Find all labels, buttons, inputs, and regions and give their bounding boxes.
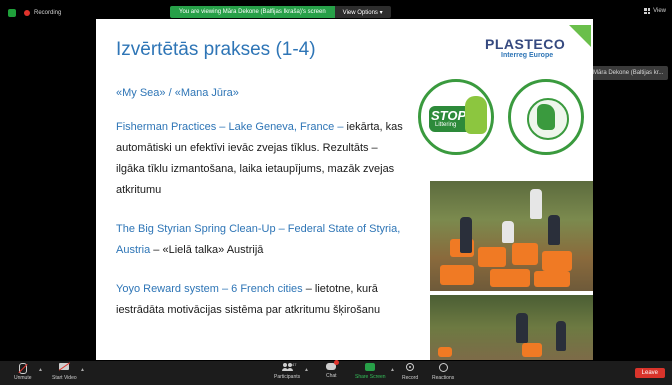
participants-options-caret-icon[interactable]: ▲: [304, 367, 309, 373]
audio-options-caret-icon[interactable]: ▲: [38, 367, 43, 373]
paragraph-heading: Fisherman Practices – Lake Geneva, Franc…: [116, 121, 344, 133]
reactions-label: Reactions: [432, 375, 455, 381]
record-button[interactable]: Record: [402, 363, 418, 381]
land-steiermark-badge: [508, 79, 584, 155]
recording-dot-icon: [24, 10, 30, 16]
share-screen-label: Share Screen: [355, 374, 386, 380]
logo-leaf-icon: [569, 25, 591, 47]
paragraph-body: – «Lielā talka» Austrijā: [150, 244, 264, 256]
muted-microphone-icon: [18, 363, 27, 374]
recording-label: Recording: [34, 10, 62, 16]
plasteco-logo: PLASTECO Interreg Europe: [481, 25, 593, 65]
slide-subtitle: «My Sea» / «Mana Jūra»: [116, 87, 239, 99]
viewing-screen-text: You are viewing Māra Dekone (Balfijas Ik…: [170, 6, 335, 18]
stop-littering-badge: STOP Littering: [418, 79, 494, 155]
slide-paragraph-styria: The Big Styrian Spring Clean-Up – Federa…: [116, 219, 406, 261]
participants-icon: [281, 363, 293, 371]
view-options-button[interactable]: View Options ▾: [334, 6, 391, 18]
view-button[interactable]: View: [644, 8, 666, 14]
meeting-toolbar: Unmute ▲ Start Video ▲ Participants 47 ▲…: [0, 360, 672, 385]
share-options-caret-icon[interactable]: ▲: [390, 367, 395, 373]
video-off-icon: [59, 363, 70, 370]
view-label: View: [653, 8, 666, 14]
slide-paragraph-yoyo: Yoyo Reward system – 6 French cities – l…: [116, 279, 406, 321]
video-options-caret-icon[interactable]: ▲: [80, 367, 85, 373]
logo-sub-text: Interreg Europe: [501, 52, 554, 59]
participants-count: 47: [292, 362, 297, 367]
logo-main-text: PLASTECO: [485, 36, 566, 52]
viewing-screen-banner: You are viewing Māra Dekone (Balfijas Ik…: [170, 6, 391, 18]
start-video-button[interactable]: Start Video: [52, 363, 77, 381]
recording-indicator[interactable]: Recording: [8, 9, 61, 17]
chat-label: Chat: [326, 373, 337, 379]
chat-notification-icon: [334, 360, 340, 365]
grid-view-icon: [644, 8, 651, 14]
reactions-button[interactable]: Reactions: [432, 363, 454, 381]
cleanup-photo-top: [430, 181, 593, 291]
security-shield-icon: [8, 9, 16, 17]
badge-littering-text: Littering: [435, 122, 457, 128]
share-screen-button[interactable]: Share Screen: [355, 363, 386, 380]
share-screen-icon: [365, 363, 376, 371]
reactions-smiley-icon: [438, 363, 448, 372]
leave-button[interactable]: Leave: [634, 368, 665, 378]
badge-stop-text: STOP: [431, 108, 467, 123]
shared-screen-slide: Izvērtētās prakses (1-4) PLASTECO Interr…: [96, 19, 593, 360]
paragraph-heading: Yoyo Reward system – 6 French cities: [116, 283, 303, 295]
cleanup-photo-bottom: [430, 295, 593, 360]
record-label: Record: [402, 375, 419, 381]
start-video-label: Start Video: [52, 375, 77, 381]
chat-button[interactable]: Chat: [326, 360, 340, 379]
slide-paragraph-fisherman: Fisherman Practices – Lake Geneva, Franc…: [116, 117, 406, 201]
participants-label: Participants: [274, 374, 301, 380]
slide-title: Izvērtētās prakses (1-4): [116, 39, 316, 60]
unmute-button[interactable]: Unmute: [14, 363, 32, 381]
hand-icon: [465, 96, 487, 134]
record-icon: [406, 363, 415, 371]
panther-emblem-icon: [537, 104, 555, 130]
unmute-label: Unmute: [14, 375, 32, 381]
chat-icon: [326, 360, 340, 370]
